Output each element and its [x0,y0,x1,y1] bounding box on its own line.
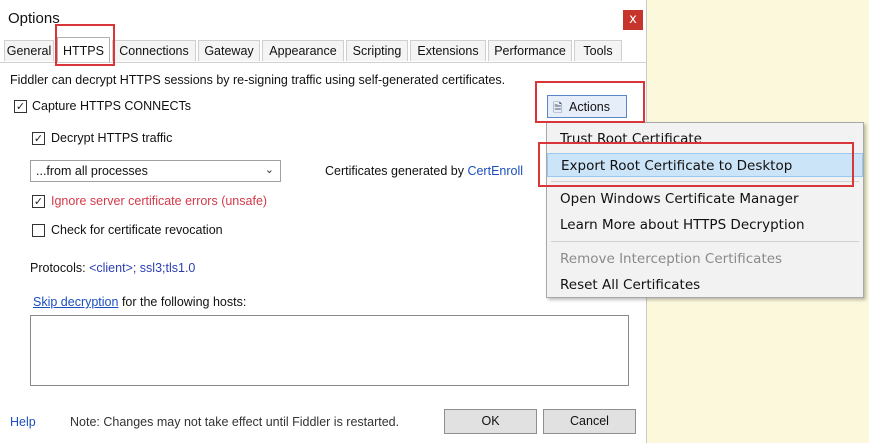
menu-item-label: Remove Interception Certificates [560,251,783,267]
ignore-cert-errors-checkbox[interactable]: ✓ [32,195,45,208]
menu-item-label: Export Root Certificate to Desktop [561,158,793,174]
window-title: Options [8,10,60,27]
tab-performance[interactable]: Performance [488,40,572,61]
chevron-down-icon: ⌄ [264,163,274,176]
checkmark-icon: ✓ [33,132,44,145]
restart-note: Note: Changes may not take effect until … [70,415,400,429]
tab-extensions[interactable]: Extensions [410,40,486,61]
https-description: Fiddler can decrypt HTTPS sessions by re… [10,73,506,87]
menu-item-label: Reset All Certificates [560,277,701,293]
tab-scripting[interactable]: Scripting [346,40,408,61]
skip-decryption-row: Skip decryption for the following hosts: [33,295,246,309]
menu-item-trust-root[interactable]: Trust Root Certificate [547,127,863,151]
close-icon: x [629,12,637,27]
skip-hosts-textarea[interactable] [30,315,629,386]
tab-tools[interactable]: Tools [574,40,622,61]
tab-connections[interactable]: Connections [112,40,196,61]
close-button[interactable]: x [623,10,643,30]
capture-https-checkbox[interactable]: ✓ [14,100,27,113]
tab-divider [0,62,646,63]
certificates-prefix: Certificates generated by [325,164,468,178]
cancel-button[interactable]: Cancel [543,409,636,434]
process-filter-select[interactable]: ...from all processes ⌄ [30,160,281,182]
decrypt-https-label: Decrypt HTTPS traffic [51,131,173,145]
title-bar[interactable]: Options x [0,0,646,38]
menu-item-learn-more[interactable]: Learn More about HTTPS Decryption [547,213,863,237]
process-filter-value: ...from all processes [36,164,148,178]
ok-button[interactable]: OK [444,409,537,434]
menu-item-export-root[interactable]: Export Root Certificate to Desktop [547,153,863,177]
decrypt-https-checkbox[interactable]: ✓ [32,132,45,145]
actions-menu: Trust Root Certificate Export Root Certi… [546,122,864,298]
check-revocation-label: Check for certificate revocation [51,223,223,237]
ignore-cert-errors-label: Ignore server certificate errors (unsafe… [51,194,268,208]
menu-item-label: Trust Root Certificate [560,131,702,147]
protocols-value-link[interactable]: <client>; ssl3;tls1.0 [89,261,195,275]
skip-decryption-suffix: for the following hosts: [118,295,247,309]
help-link[interactable]: Help [10,415,36,429]
check-revocation-checkbox[interactable] [32,224,45,237]
menu-item-label: Learn More about HTTPS Decryption [560,217,805,233]
menu-item-reset-all[interactable]: Reset All Certificates [547,273,863,297]
menu-item-open-cert-manager[interactable]: Open Windows Certificate Manager [547,187,863,211]
menu-separator [551,181,859,182]
protocols-label: Protocols: [30,261,90,275]
tab-general[interactable]: General [4,40,54,61]
skip-decryption-link[interactable]: Skip decryption [33,295,118,309]
tab-https[interactable]: HTTPS [57,37,110,62]
menu-separator [551,241,859,242]
actions-button-label: Actions [569,100,610,114]
cert-engine-link[interactable]: CertEnroll [467,164,523,178]
actions-button[interactable]: 🗎 Actions [547,95,627,118]
checkmark-icon: ✓ [33,195,44,208]
tab-gateway[interactable]: Gateway [198,40,260,61]
certificates-generator-text: Certificates generated by CertEnroll [325,164,523,178]
menu-item-remove-interception: Remove Interception Certificates [547,247,863,271]
tab-appearance[interactable]: Appearance [262,40,344,61]
capture-https-label: Capture HTTPS CONNECTs [32,99,192,113]
menu-item-label: Open Windows Certificate Manager [560,191,799,207]
checkmark-icon: ✓ [15,100,26,113]
protocols-row: Protocols: <client>; ssl3;tls1.0 [30,261,195,275]
certificate-icon: 🗎 [553,101,563,115]
